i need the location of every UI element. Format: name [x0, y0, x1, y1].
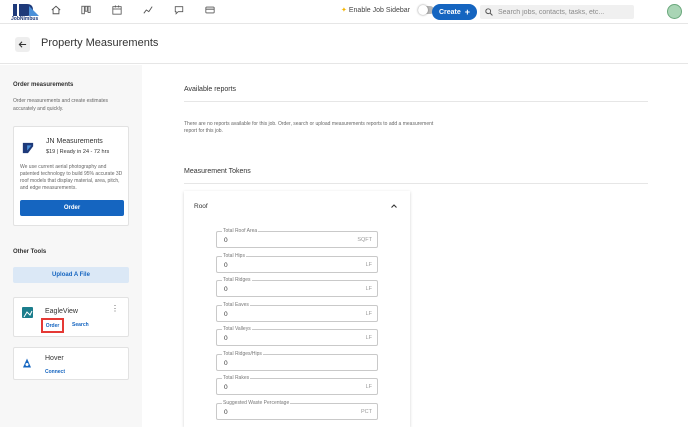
roof-field-total-hips[interactable]: Total Hips 0 LF	[216, 253, 378, 273]
page-title: Property Measurements	[41, 37, 159, 49]
field-value[interactable]: 0	[224, 335, 228, 342]
order-measurements-desc: Order measurements and create estimates …	[13, 98, 109, 112]
global-search[interactable]	[480, 5, 634, 19]
field-unit: LF	[365, 311, 372, 317]
home-icon[interactable]	[50, 4, 62, 16]
roof-field-total-rakes[interactable]: Total Rakes 0 LF	[216, 375, 378, 395]
field-value[interactable]: 0	[224, 384, 228, 391]
chevron-up-icon[interactable]	[390, 202, 398, 210]
jn-card-title: JN Measurements	[46, 138, 103, 145]
measurement-tokens-heading: Measurement Tokens	[184, 168, 251, 175]
order-measurements-heading: Order measurements	[13, 82, 74, 88]
hover-connect-button[interactable]: Connect	[45, 369, 65, 375]
jn-card-desc: We use current aerial photography and pa…	[20, 164, 123, 191]
payments-icon[interactable]	[204, 4, 216, 16]
field-label: Total Ridges/Hips	[222, 351, 263, 357]
jn-card-price: $19 | Ready in 24 - 72 hrs	[46, 149, 110, 155]
upload-file-button[interactable]: Upload A File	[13, 267, 129, 283]
roof-field-total-eaves[interactable]: Total Eaves 0 LF	[216, 302, 378, 322]
field-label: Total Hips	[222, 253, 246, 259]
field-value[interactable]: 0	[224, 360, 228, 367]
field-unit: LF	[365, 286, 372, 292]
eagleview-order-button[interactable]: Order	[41, 318, 64, 333]
sparkle-icon: ✦	[341, 7, 347, 14]
field-label: Total Valleys	[222, 326, 252, 332]
main-content: Available reports There are no reports a…	[142, 65, 688, 427]
boards-icon[interactable]	[80, 4, 92, 16]
eagleview-card: EagleView ⋮ Order Search	[13, 297, 129, 337]
field-unit: SQFT	[357, 237, 372, 243]
arrow-left-icon	[18, 41, 27, 48]
eagleview-logo-icon	[22, 307, 33, 318]
roof-field-total-ridges-hips[interactable]: Total Ridges/Hips 0	[216, 351, 378, 371]
hover-card: Hover Connect	[13, 347, 129, 380]
messages-icon[interactable]	[173, 4, 185, 16]
jn-measurements-card: JN Measurements $19 | Ready in 24 - 72 h…	[13, 126, 129, 226]
more-vert-icon[interactable]: ⋮	[111, 305, 119, 313]
switch-knob	[417, 5, 428, 15]
left-panel: Order measurements Order measurements an…	[0, 65, 142, 427]
field-label: Total Ridges	[222, 277, 252, 283]
field-label: Suggested Waste Percentage	[222, 400, 291, 406]
activity-icon[interactable]	[142, 4, 154, 16]
roof-field-total-roof-area[interactable]: Total Roof Area 0 SQFT	[216, 228, 378, 248]
field-unit: LF	[365, 384, 372, 390]
field-value[interactable]: 0	[224, 237, 228, 244]
roof-accordion: Roof Total Roof Area 0 SQFT Total Hips 0…	[184, 191, 410, 427]
available-reports-desc: There are no reports available for this …	[184, 121, 434, 134]
job-sidebar-toggle-group: ✦ Enable Job Sidebar	[341, 5, 434, 15]
search-icon	[485, 8, 493, 16]
divider	[184, 101, 648, 102]
field-unit: LF	[365, 262, 372, 268]
eagleview-title: EagleView	[45, 308, 78, 315]
back-button[interactable]	[15, 37, 30, 52]
page-header: Property Measurements	[0, 24, 688, 64]
other-tools-heading: Other Tools	[13, 249, 47, 255]
hover-title: Hover	[45, 355, 64, 362]
field-value[interactable]: 0	[224, 311, 228, 318]
jn-logo-icon	[21, 141, 35, 155]
roof-accordion-title[interactable]: Roof	[194, 203, 208, 210]
field-unit: LF	[365, 335, 372, 341]
user-avatar[interactable]	[667, 4, 682, 19]
roof-field-suggested-waste[interactable]: Suggested Waste Percentage 0 PCT	[216, 400, 378, 420]
sidebar-toggle-label: Enable Job Sidebar	[348, 6, 410, 14]
top-bar: JobNimbus ✦ Enable Job Sidebar Create +	[0, 0, 688, 24]
jn-order-button[interactable]: Order	[20, 200, 124, 216]
plus-icon: +	[464, 6, 471, 17]
hover-logo-icon	[22, 355, 32, 368]
field-value[interactable]: 0	[224, 262, 228, 269]
field-label: Total Rakes	[222, 375, 251, 381]
logo-text: JobNimbus	[11, 16, 39, 22]
create-label: Create	[438, 8, 461, 16]
calendar-icon[interactable]	[111, 4, 123, 16]
eagleview-search-button[interactable]: Search	[72, 322, 89, 328]
roof-field-total-ridges[interactable]: Total Ridges 0 LF	[216, 277, 378, 297]
divider	[184, 183, 648, 184]
field-value[interactable]: 0	[224, 286, 228, 293]
search-input[interactable]	[498, 8, 633, 16]
field-label: Total Roof Area	[222, 228, 259, 234]
available-reports-heading: Available reports	[184, 86, 237, 93]
create-button[interactable]: Create +	[432, 4, 477, 20]
roof-field-total-valleys[interactable]: Total Valleys 0 LF	[216, 326, 378, 346]
field-label: Total Eaves	[222, 302, 250, 308]
field-unit: PCT	[361, 409, 372, 415]
field-value[interactable]: 0	[224, 409, 228, 416]
